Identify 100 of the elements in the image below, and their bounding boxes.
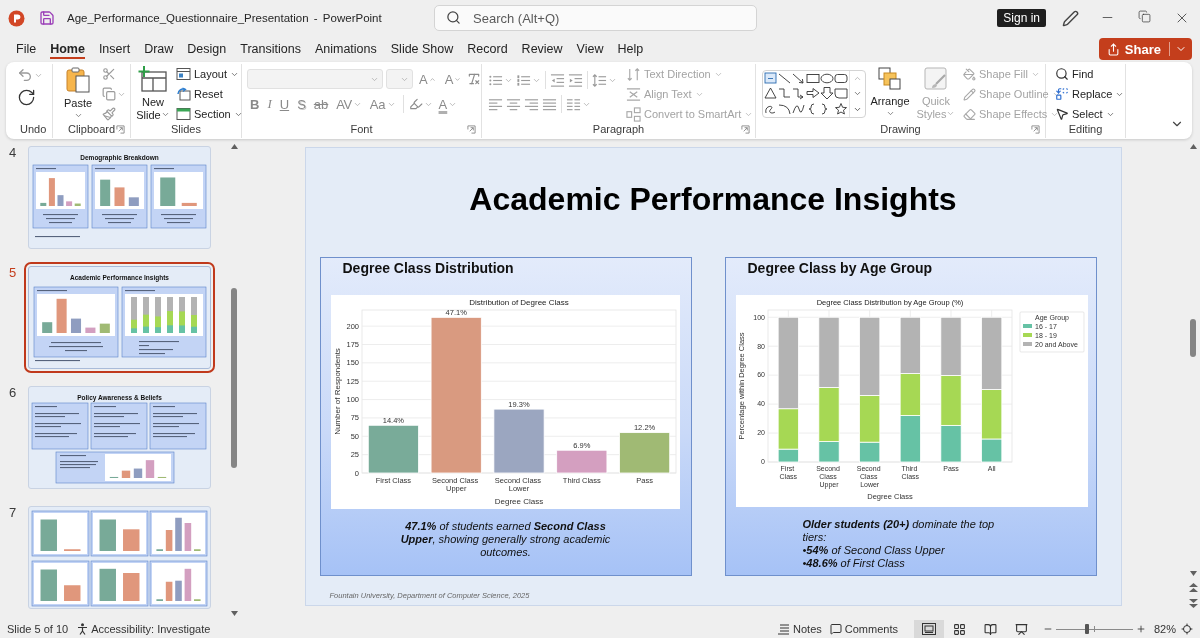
view-button[interactable]: [913, 620, 944, 638]
pencil-icon: [963, 87, 976, 101]
shapes-gallery[interactable]: [762, 70, 866, 118]
dialog-launcher-icon[interactable]: [741, 124, 750, 134]
legend-swatch-icon: [1022, 333, 1032, 337]
search-icon: [1055, 67, 1069, 81]
group-label: Drawing: [880, 123, 921, 135]
menu-tab[interactable]: File: [16, 39, 37, 59]
decrease-indent-icon[interactable]: [550, 72, 565, 88]
align-right-icon[interactable]: [524, 96, 539, 112]
double-triangle-down-icon[interactable]: [1188, 598, 1198, 608]
align-center-icon[interactable]: [506, 96, 521, 112]
menu-tab[interactable]: Design: [187, 39, 227, 59]
group-label: Editing: [1068, 123, 1103, 135]
overlapping-squares-icon: [877, 66, 903, 92]
boxes-diagram-icon: [626, 106, 641, 122]
open-book-icon: [984, 622, 998, 636]
group-label: Slides: [171, 123, 201, 135]
caption-text: Older students (20+) dominate the top tiers:: [802, 518, 996, 544]
scissors-icon[interactable]: [102, 67, 116, 81]
menu-tab[interactable]: View: [576, 39, 604, 59]
slide-number: 7: [8, 506, 18, 520]
crosshair-icon[interactable]: [1181, 623, 1193, 635]
copy-icon[interactable]: [102, 87, 116, 101]
presentation-screen-icon: [1015, 622, 1029, 636]
group-label: Undo: [20, 123, 47, 135]
dialog-launcher-icon[interactable]: [467, 124, 476, 134]
line-spacing-icon[interactable]: [592, 72, 607, 88]
new-slide-button[interactable]: New Slide: [134, 64, 172, 122]
paste-button[interactable]: Paste: [61, 64, 95, 123]
menu-tab[interactable]: Slide Show: [390, 39, 454, 59]
menu-tab[interactable]: Draw: [144, 39, 174, 59]
menu-tab[interactable]: Insert: [98, 39, 131, 59]
person-icon: [77, 623, 89, 635]
share-button[interactable]: Share: [1098, 38, 1192, 60]
group-label: Paragraph: [592, 123, 645, 135]
axis-label: Degree Class: [494, 496, 543, 506]
menu-tab[interactable]: Record: [467, 39, 508, 59]
triangle-up-icon[interactable]: [1189, 144, 1197, 149]
triangle-down-icon[interactable]: [1189, 571, 1197, 576]
restore-icon[interactable]: [1138, 10, 1151, 23]
sign-in-button[interactable]: Sign in: [997, 9, 1046, 27]
search-field[interactable]: Search (Alt+Q): [434, 5, 757, 31]
group-label: Clipboard: [67, 123, 116, 135]
section-button[interactable]: Section: [174, 104, 245, 124]
triangle-up-icon[interactable]: [230, 144, 238, 149]
dialog-launcher-icon[interactable]: [1031, 124, 1040, 134]
window-title: Age_Performance_Questionnaire_Presentation - PowerPoint: [67, 12, 383, 24]
shape-icons-grid[interactable]: [763, 71, 849, 117]
numbered-list-icon[interactable]: [516, 72, 531, 88]
menu-tab[interactable]: Home: [50, 39, 85, 59]
dialog-launcher-icon[interactable]: [116, 124, 125, 134]
menu-tab[interactable]: Animations: [314, 39, 377, 59]
slide-title: Academic Performance Insights: [469, 181, 957, 217]
menu-tab[interactable]: Help: [617, 39, 644, 59]
justify-icon[interactable]: [542, 96, 557, 112]
zoom-slider-thumb[interactable]: [1084, 624, 1089, 634]
redo-icon[interactable]: [17, 87, 36, 107]
triangle-down-icon[interactable]: [230, 611, 238, 616]
undo-icon[interactable]: [17, 67, 33, 83]
accessibility-button[interactable]: Accessibility: Investigate: [75, 620, 213, 638]
pen-icon[interactable]: [1062, 9, 1079, 27]
section-icon: [176, 107, 191, 121]
save-icon[interactable]: [39, 10, 55, 26]
arrange-button[interactable]: Arrange: [869, 64, 911, 121]
align-left-icon[interactable]: [488, 96, 503, 112]
chart-title: Distribution of Degree Class: [468, 298, 569, 307]
chart-bar: [899, 316, 921, 374]
replace-icon: [1055, 87, 1069, 101]
zoom-in-icon[interactable]: [1135, 624, 1146, 634]
chevron-down-icon: [885, 109, 895, 118]
slide-thumbnail[interactable]: [28, 506, 211, 609]
notes-button[interactable]: Notes: [775, 620, 824, 638]
vertical-arrows-icon: [626, 66, 641, 82]
scrollbar-thumb[interactable]: [231, 288, 237, 468]
caption-text: 47.1% of students earned Second Class Upper, showing generally strong academic outcomes.: [399, 520, 612, 559]
columns-icon[interactable]: [566, 96, 581, 112]
chevron-down-icon: [946, 109, 956, 118]
paintbrush-tile-icon: [923, 66, 949, 92]
normal-view-icon: [921, 623, 936, 635]
layout-button[interactable]: Layout: [174, 64, 245, 84]
search-icon: [446, 10, 461, 25]
axis-label: Number of Respondents: [332, 348, 341, 435]
reset-button[interactable]: Reset: [174, 84, 245, 104]
card-heading: Degree Class by Age Group: [747, 259, 933, 277]
scrollbar-thumb[interactable]: [1190, 319, 1196, 357]
caret-up-icon: [428, 75, 436, 83]
double-triangle-up-icon[interactable]: [1188, 583, 1198, 593]
clear-formatting-icon[interactable]: [467, 72, 482, 86]
menu-tab[interactable]: Transitions: [240, 39, 301, 59]
paintbrush-icon[interactable]: [102, 107, 116, 121]
clipboard-icon: [65, 66, 91, 94]
chevron-down-icon: [73, 111, 83, 120]
app-logo-icon: [8, 9, 25, 27]
highlighter-icon[interactable]: [408, 97, 423, 111]
notes-lines-icon: [777, 623, 791, 635]
comments-button[interactable]: Comments: [827, 620, 900, 638]
menu-tab[interactable]: Review: [521, 39, 563, 59]
slide-number: 6: [8, 386, 18, 400]
increase-indent-icon[interactable]: [568, 72, 583, 88]
